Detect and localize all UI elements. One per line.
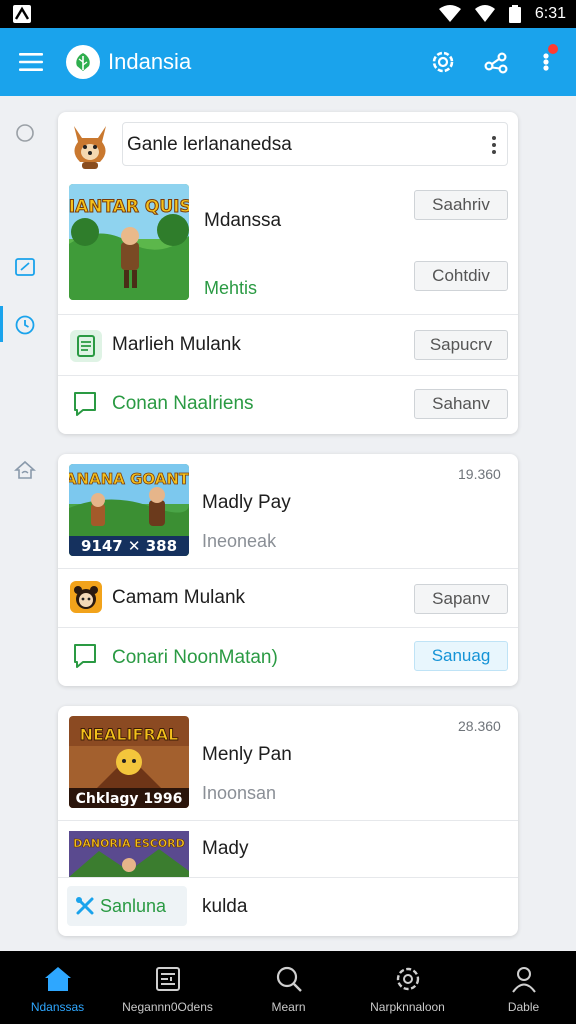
wifi-icon (438, 5, 461, 22)
nav-label: Ndanssas (30, 1000, 85, 1014)
nav-item-search[interactable]: Mearn (231, 951, 346, 1024)
nav-item-profile[interactable]: Dable (466, 951, 576, 1024)
game-row[interactable]: DANANA GOANTIS 9147 ✕ 388 Madly Pay Ineo… (58, 454, 518, 568)
bottom-navigation: Ndanssas Negannn0Odens Mearn Narpknnaloo… (0, 951, 576, 1024)
more-vertical-icon[interactable] (491, 135, 497, 155)
list-item-label: Conari NoonMatan) (112, 647, 278, 668)
game-title[interactable]: Madly Pay (202, 492, 291, 514)
game-thumbnail[interactable]: DIANTAR QUISE (69, 184, 189, 300)
nav-item-news[interactable]: Negannn0Odens (110, 951, 225, 1024)
game-title[interactable]: Menly Pan (202, 744, 292, 766)
thumb-caption-text: Chklagy 1996 (76, 791, 183, 807)
leaf-logo-icon (76, 53, 90, 71)
clock-icon[interactable] (14, 314, 36, 336)
rail-active-indicator (0, 306, 3, 342)
tag-chip[interactable]: Sanluna (67, 886, 187, 926)
game-thumbnail[interactable]: NEALIFRAL Chklagy 1996 (69, 716, 189, 808)
chat-icon (74, 644, 96, 668)
thumb-title-text: DIANTAR QUISE (69, 197, 189, 217)
chat-icon (74, 392, 96, 416)
list-item[interactable]: Camam Mulank Sapanv (58, 569, 518, 627)
list-item[interactable]: Conan Naalriens Sahanv (58, 376, 518, 434)
game-subtitle: Mehtis (204, 278, 258, 298)
list-item-label: Conan Naalriens (112, 393, 254, 414)
profile-icon (511, 967, 536, 993)
list-item-button-active[interactable]: Sanuag (414, 641, 508, 671)
game-action-button-1[interactable]: Saahriv (414, 190, 508, 220)
app-bar: Indansia (0, 28, 576, 96)
thumb-title-text: DANORIA ESCORD (73, 837, 185, 850)
settings-gear-icon[interactable] (429, 48, 457, 76)
list-item-label: Mady (202, 838, 249, 859)
nav-label: Mearn (271, 1000, 306, 1014)
game-card-1: Ganle lerlananedsa DIANTAR QUISE Mdanssa… (58, 112, 518, 434)
list-item-label: Marlieh Mulank (112, 334, 241, 355)
game-row[interactable]: NEALIFRAL Chklagy 1996 Menly Pan Inoonsa… (58, 706, 518, 820)
list-item[interactable]: Sanluna kulda (58, 878, 518, 936)
game-thumbnail-small[interactable]: DANORIA ESCORD (69, 831, 189, 877)
home-outline-icon[interactable] (14, 459, 36, 481)
game-avatar-icon (70, 581, 102, 613)
home-icon (44, 967, 71, 991)
search-text: Ganle lerlananedsa (127, 134, 292, 155)
signal-icon (474, 5, 495, 22)
circle-icon[interactable] (14, 122, 36, 144)
list-item-label: Camam Mulank (112, 587, 246, 608)
app-logo (66, 45, 100, 79)
status-time: 6:31 (534, 5, 566, 22)
tools-icon (76, 897, 94, 915)
tag-chip-label: Sanluna (100, 896, 167, 916)
game-thumbnail[interactable]: DANANA GOANTIS 9147 ✕ 388 (69, 464, 189, 556)
game-card-3: NEALIFRAL Chklagy 1996 Menly Pan Inoonsa… (58, 706, 518, 936)
thumb-title-text: DANANA GOANTIS (69, 470, 189, 488)
notification-dot (548, 44, 558, 54)
game-action-button-2[interactable]: Cohtdiv (414, 261, 508, 291)
list-item-label: kulda (202, 896, 248, 917)
game-count: 19.360 (458, 466, 501, 482)
document-icon (70, 330, 102, 362)
list-item[interactable]: Conari NoonMatan) Sanuag (58, 628, 518, 686)
battery-icon (508, 5, 521, 23)
game-row[interactable]: DIANTAR QUISE Mdanssa Mehtis Saahriv Coh… (58, 176, 518, 314)
game-count: 28.360 (458, 718, 501, 734)
search-input[interactable]: Ganle lerlananedsa (122, 122, 508, 166)
nav-label: Dable (507, 1000, 540, 1014)
game-subtitle: Inoonsan (202, 783, 277, 803)
status-bar: 6:31 (0, 0, 576, 28)
search-row: Ganle lerlananedsa (58, 112, 518, 176)
nav-item-home[interactable]: Ndanssas (0, 951, 115, 1024)
thumb-title-text: NEALIFRAL (80, 725, 179, 744)
list-item[interactable]: Marlieh Mulank Sapucrv (58, 315, 518, 375)
list-item-button[interactable]: Sapucrv (414, 330, 508, 360)
game-title[interactable]: Mdanssa (204, 210, 281, 232)
game-card-2: DANANA GOANTIS 9147 ✕ 388 Madly Pay Ineo… (58, 454, 518, 686)
list-item[interactable]: DANORIA ESCORD Mady (58, 821, 518, 877)
thumb-caption-text: 9147 ✕ 388 (81, 537, 177, 555)
news-icon (155, 967, 180, 991)
app-title: Indansia (108, 49, 192, 74)
more-options-button[interactable] (536, 44, 558, 76)
list-item-button[interactable]: Sapanv (414, 584, 508, 614)
nav-item-settings[interactable]: Narpknnaloon (350, 951, 465, 1024)
nav-label: Negannn0Odens (122, 1000, 213, 1014)
settings-icon (396, 967, 419, 991)
search-icon (276, 966, 302, 992)
share-icon[interactable] (482, 48, 510, 76)
game-subtitle: Ineoneak (202, 531, 277, 551)
list-item-button[interactable]: Sahanv (414, 389, 508, 419)
nav-label: Narpknnaloon (370, 1000, 445, 1014)
hamburger-menu-icon[interactable] (18, 50, 44, 74)
app-notification-icon (13, 5, 31, 23)
fox-mascot-icon (74, 126, 106, 169)
edit-icon[interactable] (14, 256, 36, 278)
